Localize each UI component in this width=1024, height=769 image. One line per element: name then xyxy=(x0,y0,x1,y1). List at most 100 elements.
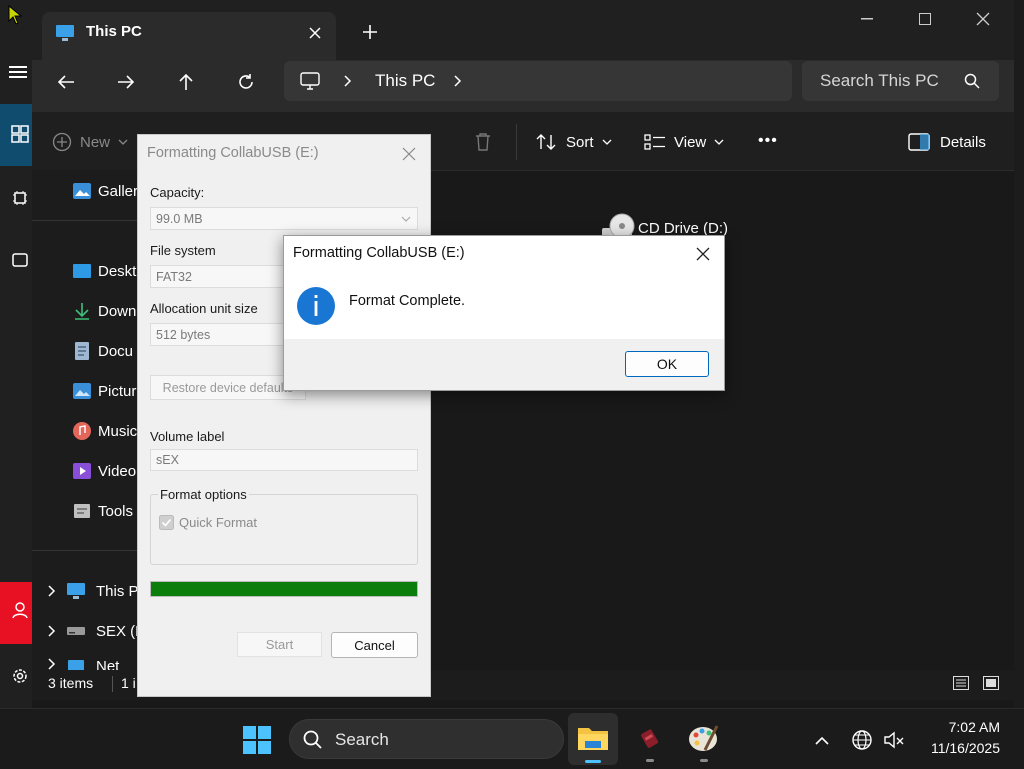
start-windows-icon[interactable] xyxy=(240,723,274,757)
allocation-size-value: 512 bytes xyxy=(156,327,211,342)
maximize-icon[interactable] xyxy=(912,6,938,32)
checkbox-checked-icon xyxy=(159,515,174,530)
details-view-icon[interactable] xyxy=(950,672,972,694)
sidebar-item-label: Net xyxy=(96,658,120,670)
sidebar-item-network[interactable]: Net xyxy=(48,658,138,670)
chevron-right-icon[interactable] xyxy=(48,585,56,597)
capacity-select[interactable]: 99.0 MB xyxy=(150,207,418,230)
ok-button[interactable]: OK xyxy=(625,351,709,377)
taskbar-search-label: Search xyxy=(335,730,389,749)
cancel-button[interactable]: Cancel xyxy=(331,632,418,658)
drive-icon xyxy=(67,627,85,635)
menu-icon[interactable] xyxy=(8,58,28,86)
settings-gear-icon[interactable] xyxy=(10,664,30,688)
pictures-icon xyxy=(73,383,91,399)
search-box[interactable]: Search This PC xyxy=(802,61,999,101)
address-bar[interactable]: This PC xyxy=(284,61,792,101)
info-icon xyxy=(296,286,336,326)
volume-label-value: sEX xyxy=(156,453,179,467)
search-placeholder: Search This PC xyxy=(820,71,939,90)
forward-arrow-icon[interactable] xyxy=(112,70,140,94)
sort-button[interactable]: Sort xyxy=(536,130,612,154)
sidebar-item-documents[interactable]: Docu xyxy=(72,340,133,362)
close-icon[interactable] xyxy=(398,143,420,165)
sidebar-item-music[interactable]: Music xyxy=(72,420,137,442)
person-icon[interactable] xyxy=(10,598,30,622)
taskbar-app-tool-icon[interactable] xyxy=(636,723,666,755)
view-label: View xyxy=(674,133,707,151)
view-list-icon xyxy=(644,134,665,150)
cursor-icon xyxy=(4,4,26,26)
divider xyxy=(32,550,137,551)
sidebar-item-label: Galler xyxy=(98,182,139,200)
chevron-up-icon[interactable] xyxy=(810,729,834,751)
monitor-outline-icon xyxy=(298,69,322,93)
sidebar-item-gallery[interactable]: Galler xyxy=(72,180,138,202)
running-indicator xyxy=(646,759,654,762)
chevron-right-icon[interactable] xyxy=(48,658,56,670)
music-icon xyxy=(73,422,91,440)
clock-time[interactable]: 7:02 AM xyxy=(920,719,1000,735)
up-arrow-icon[interactable] xyxy=(172,70,200,94)
delete-trash-icon[interactable] xyxy=(472,130,494,154)
taskbar-search[interactable]: Search xyxy=(289,719,564,759)
allocation-size-label: Allocation unit size xyxy=(150,301,258,316)
sidebar-item-tools[interactable]: Tools xyxy=(72,500,133,522)
search-icon[interactable] xyxy=(962,71,982,91)
breadcrumb-this-pc[interactable]: This PC xyxy=(375,71,435,91)
monitor-icon xyxy=(67,583,85,599)
sidebar-item-videos[interactable]: Video xyxy=(72,460,136,482)
volume-label-caption: Volume label xyxy=(150,429,225,444)
gallery-icon xyxy=(73,183,91,199)
chip-icon[interactable] xyxy=(10,186,30,210)
start-button[interactable]: Start xyxy=(237,632,322,657)
tools-icon xyxy=(74,504,90,518)
video-icon xyxy=(73,463,91,479)
sidebar-item-label: Pictur xyxy=(98,382,137,400)
new-button[interactable]: New xyxy=(52,130,128,154)
close-icon[interactable] xyxy=(692,243,714,265)
chevron-down-icon xyxy=(714,139,724,145)
sidebar-item-usb-drive[interactable]: SEX (E xyxy=(48,620,145,642)
sort-label: Sort xyxy=(566,133,594,151)
minimize-icon[interactable] xyxy=(854,6,880,32)
sidebar-item-desktop[interactable]: Deskt xyxy=(72,260,136,282)
sidebar-item-this-pc[interactable]: This P xyxy=(48,580,139,602)
tab-title: This PC xyxy=(86,23,142,40)
format-dialog-title: Formatting CollabUSB (E:) xyxy=(147,145,319,161)
chevron-right-icon xyxy=(340,73,356,89)
view-button[interactable]: View xyxy=(644,130,724,154)
taskbar-file-explorer[interactable] xyxy=(568,713,618,765)
quick-format-checkbox[interactable]: Quick Format xyxy=(159,515,257,530)
close-window-icon[interactable] xyxy=(970,6,996,32)
sidebar-item-pictures[interactable]: Pictur xyxy=(72,380,136,402)
sidebar-item-label: Video xyxy=(98,462,137,480)
taskbar-paint-icon[interactable] xyxy=(686,721,722,755)
clock-date[interactable]: 11/16/2025 xyxy=(910,740,1000,756)
apps-icon[interactable] xyxy=(10,120,30,148)
speaker-muted-icon[interactable] xyxy=(881,727,907,753)
more-options-button[interactable]: ••• xyxy=(758,132,778,150)
volume-label-input[interactable]: sEX xyxy=(150,449,418,471)
close-tab-icon[interactable] xyxy=(304,22,326,44)
tab-this-pc[interactable]: This PC xyxy=(42,12,336,60)
network-icon xyxy=(68,660,84,670)
plus-circle-icon xyxy=(52,132,72,152)
details-label: Details xyxy=(940,133,986,151)
selected-count: 1 i xyxy=(121,675,136,691)
chevron-right-icon[interactable] xyxy=(450,73,466,89)
format-options-label: Format options xyxy=(158,487,249,502)
globe-network-icon[interactable] xyxy=(849,727,875,753)
capacity-label: Capacity: xyxy=(150,185,205,200)
new-tab-plus-icon[interactable] xyxy=(358,20,382,44)
back-arrow-icon[interactable] xyxy=(52,70,80,94)
window-icon[interactable] xyxy=(10,248,30,272)
details-button[interactable]: Details xyxy=(908,130,986,154)
taskbar: Search 7:02 AM 11/16/2025 xyxy=(0,708,1024,769)
message-text: Format Complete. xyxy=(349,293,466,309)
chevron-right-icon[interactable] xyxy=(48,625,56,637)
capacity-value: 99.0 MB xyxy=(156,211,203,226)
refresh-icon[interactable] xyxy=(232,70,260,94)
sidebar-item-downloads[interactable]: Down xyxy=(72,300,136,322)
tiles-view-icon[interactable] xyxy=(980,672,1002,694)
